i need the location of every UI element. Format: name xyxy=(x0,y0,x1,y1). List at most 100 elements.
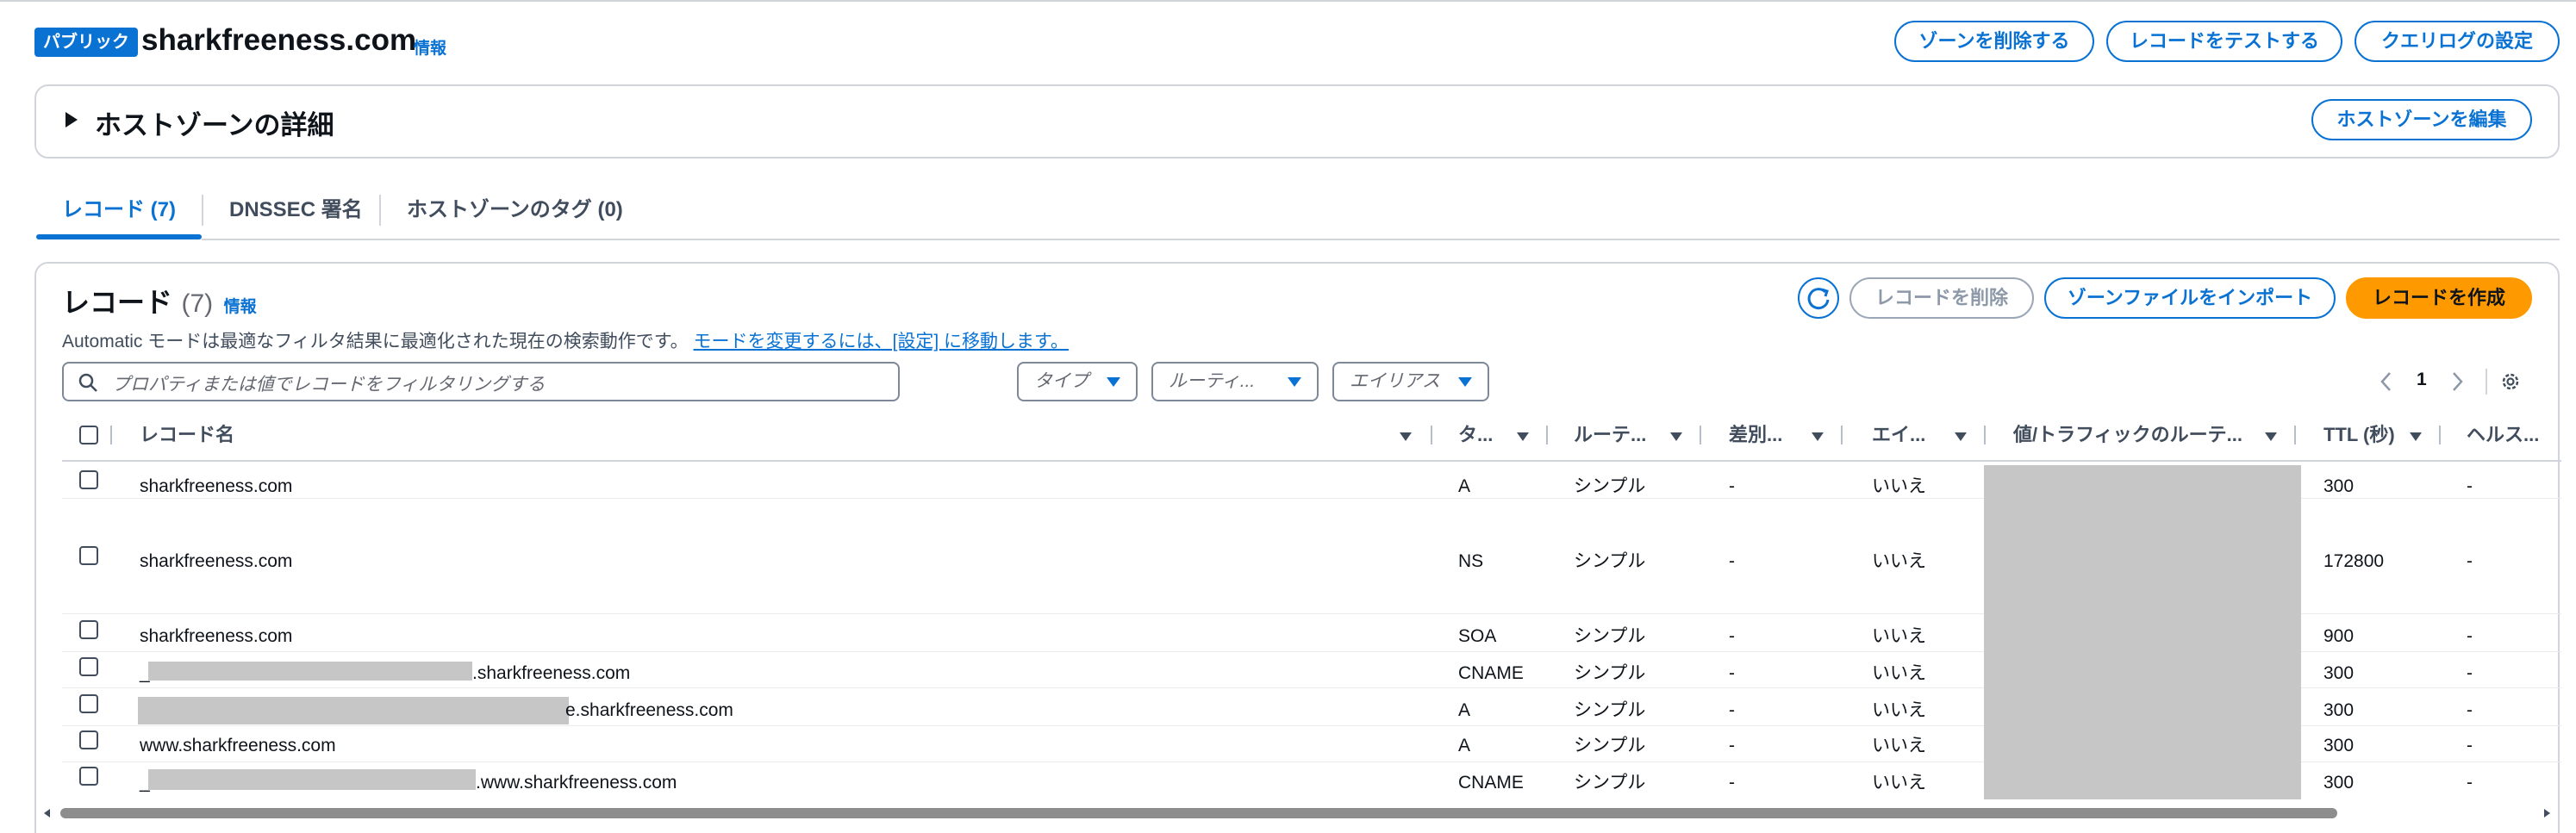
query-log-button[interactable]: クエリログの設定 xyxy=(2355,21,2560,62)
refresh-icon xyxy=(1807,288,1830,310)
record-alias: いいえ xyxy=(1872,736,1926,755)
refresh-button[interactable] xyxy=(1798,277,1839,319)
column-separator xyxy=(1984,426,1986,444)
sort-icon[interactable] xyxy=(1955,432,1967,441)
table-header-line xyxy=(62,460,2561,462)
tab-records[interactable]: レコード (7) xyxy=(62,193,176,227)
sort-icon[interactable] xyxy=(1517,432,1529,441)
column-separator xyxy=(1841,426,1843,444)
record-health: - xyxy=(2467,736,2473,755)
row-checkbox[interactable] xyxy=(79,470,98,489)
row-checkbox[interactable] xyxy=(79,546,98,565)
record-alias: いいえ xyxy=(1872,476,1926,496)
row-checkbox[interactable] xyxy=(79,620,98,639)
record-alias: いいえ xyxy=(1872,700,1926,720)
record-routing: シンプル xyxy=(1574,551,1646,571)
scroll-right-icon[interactable] xyxy=(2541,807,2553,819)
record-name[interactable]: www.sharkfreeness.com xyxy=(140,734,336,758)
details-title[interactable]: ホストゾーンの詳細 xyxy=(95,103,334,142)
header-info-link[interactable]: 情報 xyxy=(414,35,446,59)
filter-type-select[interactable]: タイプ xyxy=(1017,362,1138,401)
chevron-down-icon xyxy=(1288,377,1301,387)
record-alias: いいえ xyxy=(1872,626,1926,646)
tab-dnssec[interactable]: DNSSEC 署名 xyxy=(229,193,363,227)
chevron-right-icon[interactable] xyxy=(2449,370,2465,393)
records-title: レコード xyxy=(62,287,173,318)
record-ttl: 300 xyxy=(2323,736,2355,755)
record-ttl: 300 xyxy=(2323,773,2355,793)
record-name[interactable]: sharkfreeness.com xyxy=(140,550,292,574)
delete-zone-button[interactable]: ゾーンを削除する xyxy=(1894,21,2094,62)
column-header-ttl[interactable]: TTL (秒) xyxy=(2323,422,2395,448)
column-header-alias[interactable]: エイ... xyxy=(1872,422,1925,448)
description-text: Automatic モードは最適なフィルタ結果に最適化された現在の検索動作です。 xyxy=(62,332,689,351)
record-differentiator: - xyxy=(1729,663,1735,683)
edit-zone-button[interactable]: ホストゾーンを編集 xyxy=(2311,99,2532,140)
scroll-left-icon[interactable] xyxy=(41,807,53,819)
record-alias: いいえ xyxy=(1872,773,1926,793)
sort-icon[interactable] xyxy=(2410,432,2422,441)
table-row[interactable] xyxy=(62,615,2561,651)
filter-alias-label: エイリアス xyxy=(1350,371,1440,391)
record-alias: いいえ xyxy=(1872,551,1926,571)
record-type: NS xyxy=(1458,551,1484,571)
record-health: - xyxy=(2467,773,2473,793)
record-health: - xyxy=(2467,663,2473,683)
record-name[interactable]: sharkfreeness.com xyxy=(140,625,292,649)
column-header-health[interactable]: ヘルス... xyxy=(2467,422,2539,448)
select-all-checkbox[interactable] xyxy=(79,426,98,444)
horizontal-scrollbar[interactable] xyxy=(41,805,2554,822)
page-number[interactable]: 1 xyxy=(2417,370,2427,390)
tab-tags[interactable]: ホストゾーンのタグ (0) xyxy=(407,193,623,227)
record-differentiator: - xyxy=(1729,773,1735,793)
hosted-zone-details-panel xyxy=(34,84,2560,159)
record-name-suffix[interactable]: .www.sharkfreeness.com xyxy=(476,771,677,795)
row-checkbox[interactable] xyxy=(79,730,98,749)
create-record-button[interactable]: レコードを作成 xyxy=(2346,277,2532,319)
chevron-left-icon[interactable] xyxy=(2379,370,2394,393)
record-name-suffix[interactable]: e.sharkfreeness.com xyxy=(565,699,733,723)
scrollbar-thumb[interactable] xyxy=(60,808,2337,818)
sort-icon[interactable] xyxy=(1812,432,1824,441)
records-info-link[interactable]: 情報 xyxy=(224,298,257,316)
import-zone-file-button[interactable]: ゾーンファイルをインポート xyxy=(2044,277,2336,319)
record-type: A xyxy=(1458,700,1471,720)
search-input[interactable]: プロパティまたは値でレコードをフィルタリングする xyxy=(62,362,900,401)
row-checkbox[interactable] xyxy=(79,767,98,786)
sort-icon[interactable] xyxy=(1400,432,1412,441)
column-header-routing[interactable]: ルーテ... xyxy=(1574,422,1646,448)
column-header-differentiator[interactable]: 差別... xyxy=(1729,422,1782,448)
column-header-value[interactable]: 値/トラフィックのルーテ... xyxy=(2013,422,2242,448)
table-row[interactable] xyxy=(62,465,2561,498)
record-ttl: 900 xyxy=(2323,626,2355,646)
filter-routing-select[interactable]: ルーティ... xyxy=(1151,362,1319,401)
sort-icon[interactable] xyxy=(2265,432,2277,441)
table-row[interactable] xyxy=(62,500,2561,612)
column-separator xyxy=(2294,426,2296,444)
row-checkbox[interactable] xyxy=(79,694,98,713)
test-record-button[interactable]: レコードをテストする xyxy=(2106,21,2342,62)
column-separator xyxy=(110,426,112,444)
tab-separator xyxy=(379,195,381,226)
settings-icon[interactable] xyxy=(2499,370,2522,393)
tabs-underline xyxy=(202,239,2560,240)
record-name-suffix[interactable]: .sharkfreeness.com xyxy=(472,662,630,686)
record-health: - xyxy=(2467,476,2473,496)
settings-link[interactable]: モードを変更するには、[設定] に移動します。 xyxy=(694,332,1069,351)
delete-record-button[interactable]: レコードを削除 xyxy=(1849,277,2034,319)
records-count: (7) xyxy=(181,289,214,318)
record-type: A xyxy=(1458,736,1471,755)
record-name[interactable]: sharkfreeness.com xyxy=(140,475,292,499)
row-checkbox[interactable] xyxy=(79,657,98,676)
caret-right-icon[interactable] xyxy=(65,112,78,127)
filter-alias-select[interactable]: エイリアス xyxy=(1332,362,1489,401)
sort-icon[interactable] xyxy=(1670,432,1682,441)
record-differentiator: - xyxy=(1729,551,1735,571)
column-header-record-name[interactable]: レコード名 xyxy=(140,422,234,448)
column-header-type[interactable]: タ... xyxy=(1458,422,1493,448)
record-routing: シンプル xyxy=(1574,663,1646,683)
record-health: - xyxy=(2467,551,2473,571)
visibility-badge: パブリック xyxy=(34,28,138,57)
table-row[interactable] xyxy=(62,727,2561,762)
record-ttl: 300 xyxy=(2323,476,2355,496)
